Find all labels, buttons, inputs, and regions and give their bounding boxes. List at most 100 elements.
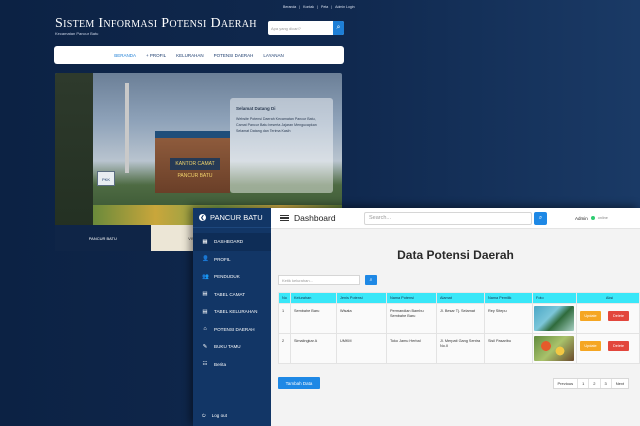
pagination: Previous 1 2 3 Next: [552, 377, 629, 389]
hero-pkk-sign: PKK: [97, 171, 115, 186]
table-icon: ▤: [202, 291, 208, 298]
search-icon[interactable]: ⌕: [534, 211, 547, 225]
hero-overlay: Selamat Datang Di Website Potensi Daerah…: [230, 98, 333, 193]
cell-alamat: Jl. Besar Tj. Selamat: [436, 303, 485, 334]
sidebar-item-profil[interactable]: 👤 PROFIL: [193, 251, 271, 269]
cell-no: 2: [278, 333, 291, 364]
table-header-row: No Kelurahan Jenis Potensi Nama Potensi …: [278, 292, 640, 304]
content-title: Data Potensi Daerah: [397, 248, 514, 262]
delete-button[interactable]: Delete: [608, 341, 629, 351]
hero-overlay-title: Selamat Datang Di: [236, 106, 276, 111]
site-search[interactable]: Apa yang dicari? ⌕: [268, 21, 344, 35]
topbar: Dashboard Search... ⌕ Admin online: [271, 208, 640, 229]
user-status-text: online: [597, 216, 608, 220]
nav-potensi-daerah[interactable]: POTENSI DAERAH: [214, 53, 254, 58]
top-link-peta[interactable]: Peta: [321, 5, 328, 9]
cell-kelurahan: Sembahe Baru: [290, 303, 337, 334]
sidebar-item-label: DASHBOARD: [214, 239, 244, 245]
cell-aksi: Update Delete: [576, 303, 640, 334]
cell-foto: [532, 303, 577, 334]
hamburger-icon[interactable]: [280, 214, 289, 222]
tab-pancur-batu[interactable]: PANCUR BATU: [55, 225, 151, 251]
sidebar-item-berita[interactable]: ☷ Berita: [193, 356, 271, 374]
sidebar-item-tabel-camat[interactable]: ▤ TABEL CAMAT: [193, 286, 271, 304]
filter-search-button[interactable]: ⌕: [365, 275, 377, 285]
table-row: 2 Simalingkar A UMKM Toko Jamu Herbal Jl…: [278, 333, 640, 364]
cell-pemilik: Sisil Pasaribu: [484, 333, 533, 364]
col-alamat: Alamat: [436, 292, 485, 304]
nav-beranda[interactable]: BERANDA: [114, 53, 136, 58]
delete-button[interactable]: Delete: [608, 311, 629, 321]
update-button[interactable]: Update: [580, 311, 601, 321]
sidebar-brand[interactable]: ❮ PANCUR BATU: [193, 208, 271, 228]
potensi-table: No Kelurahan Jenis Potensi Nama Potensi …: [278, 292, 640, 364]
col-jenis: Jenis Potensi: [336, 292, 387, 304]
logout-button[interactable]: ⏻ Log out: [193, 408, 271, 422]
cell-kelurahan: Simalingkar A: [290, 333, 337, 364]
kelurahan-filter-input[interactable]: Ketik kelurahan...: [278, 275, 360, 285]
cell-foto: [532, 333, 577, 364]
potensi-photo: [534, 306, 574, 331]
hero-overlay-text: Website Potensi Daerah Kecamatan Pancur …: [236, 117, 317, 133]
pagination-page-3[interactable]: 3: [601, 378, 612, 388]
main-content: Data Potensi Daerah Ketik kelurahan... ⌕…: [271, 229, 640, 426]
sidebar-item-label: PENDUDUK: [214, 274, 240, 280]
logout-label: Log out: [211, 412, 227, 418]
update-button[interactable]: Update: [580, 341, 601, 351]
cell-nama: Permandian Bambu Sembahe Baru: [386, 303, 437, 334]
sidebar-item-label: POTENSI DAERAH: [214, 326, 255, 332]
top-link-beranda[interactable]: Beranda: [283, 5, 296, 9]
user-icon: 👤: [202, 256, 209, 263]
pagination-next[interactable]: Next: [612, 379, 628, 388]
cell-pemilik: Rey Sitepu: [484, 303, 533, 334]
pagination-page-2[interactable]: 2: [589, 378, 601, 388]
col-kelurahan: Kelurahan: [290, 292, 337, 304]
brand-label: PANCUR BATU: [210, 213, 263, 222]
user-status[interactable]: Admin online: [575, 216, 608, 221]
col-no: No: [278, 292, 291, 304]
sidebar-item-label: PROFIL: [214, 256, 231, 262]
col-pemilik: Nama Pemilik: [484, 292, 533, 304]
user-name: Admin: [575, 215, 588, 221]
cell-jenis: UMKM: [336, 333, 387, 364]
sidebar-item-penduduk[interactable]: 👥 PENDUDUK: [193, 268, 271, 286]
col-aksi: Aksi: [576, 292, 640, 304]
sidebar-item-label: TABEL KELURAHAN: [214, 309, 258, 315]
pagination-page-1[interactable]: 1: [578, 378, 590, 388]
pagination-previous[interactable]: Previous: [554, 378, 579, 388]
page-title: Dashboard: [294, 213, 336, 223]
sidebar-item-dashboard[interactable]: ▦ DASHBOARD: [193, 233, 271, 251]
table-icon: ▤: [202, 308, 208, 315]
site-search-input[interactable]: Apa yang dicari?: [268, 26, 333, 31]
nav-layanan[interactable]: LAYANAN: [263, 53, 283, 58]
cell-alamat: Jl. Merpati Gang Sentra No.II: [436, 333, 485, 364]
nav-kelurahan[interactable]: KELURAHAN: [176, 53, 204, 58]
sidebar-item-buku-tamu[interactable]: ✎ BUKU TAMU: [193, 338, 271, 356]
hero-trees: [55, 73, 93, 233]
cell-jenis: Wisata: [336, 303, 387, 334]
sidebar: ❮ PANCUR BATU ▦ DASHBOARD 👤 PROFIL 👥 PEN…: [193, 208, 271, 426]
add-data-button[interactable]: Tambah Data: [278, 377, 320, 389]
top-link-admin-login[interactable]: Admin Login: [335, 5, 354, 9]
book-icon: ✎: [202, 343, 208, 350]
hero-sign: KANTOR CAMAT PANCUR BATU: [170, 158, 220, 179]
sidebar-menu: ▦ DASHBOARD 👤 PROFIL 👥 PENDUDUK ▤ TABEL …: [193, 233, 271, 373]
cell-nama: Toko Jamu Herbal: [386, 333, 437, 364]
sidebar-item-potensi-daerah[interactable]: ⌂ POTENSI DAERAH: [193, 321, 271, 339]
filter-bar: Ketik kelurahan... ⌕: [278, 275, 633, 285]
search-icon[interactable]: ⌕: [333, 21, 344, 35]
potensi-photo: [534, 336, 574, 361]
col-nama: Nama Potensi: [386, 292, 437, 304]
top-link-kontak[interactable]: Kontak: [303, 5, 314, 9]
back-arrow-icon: ❮: [199, 214, 206, 221]
table-row: 1 Sembahe Baru Wisata Permandian Bambu S…: [278, 303, 640, 334]
site-nav: BERANDA + PROFIL KELURAHAN POTENSI DAERA…: [54, 46, 344, 64]
sidebar-item-label: Berita: [214, 361, 227, 367]
search-input[interactable]: Search...: [364, 211, 532, 225]
sidebar-item-label: TABEL CAMAT: [214, 291, 246, 297]
cell-no: 1: [278, 303, 291, 334]
col-foto: Foto: [532, 292, 577, 304]
sidebar-item-tabel-kelurahan[interactable]: ▤ TABEL KELURAHAN: [193, 303, 271, 321]
admin-dashboard-window: ❮ PANCUR BATU ▦ DASHBOARD 👤 PROFIL 👥 PEN…: [193, 208, 640, 426]
nav-profil[interactable]: + PROFIL: [146, 53, 166, 58]
